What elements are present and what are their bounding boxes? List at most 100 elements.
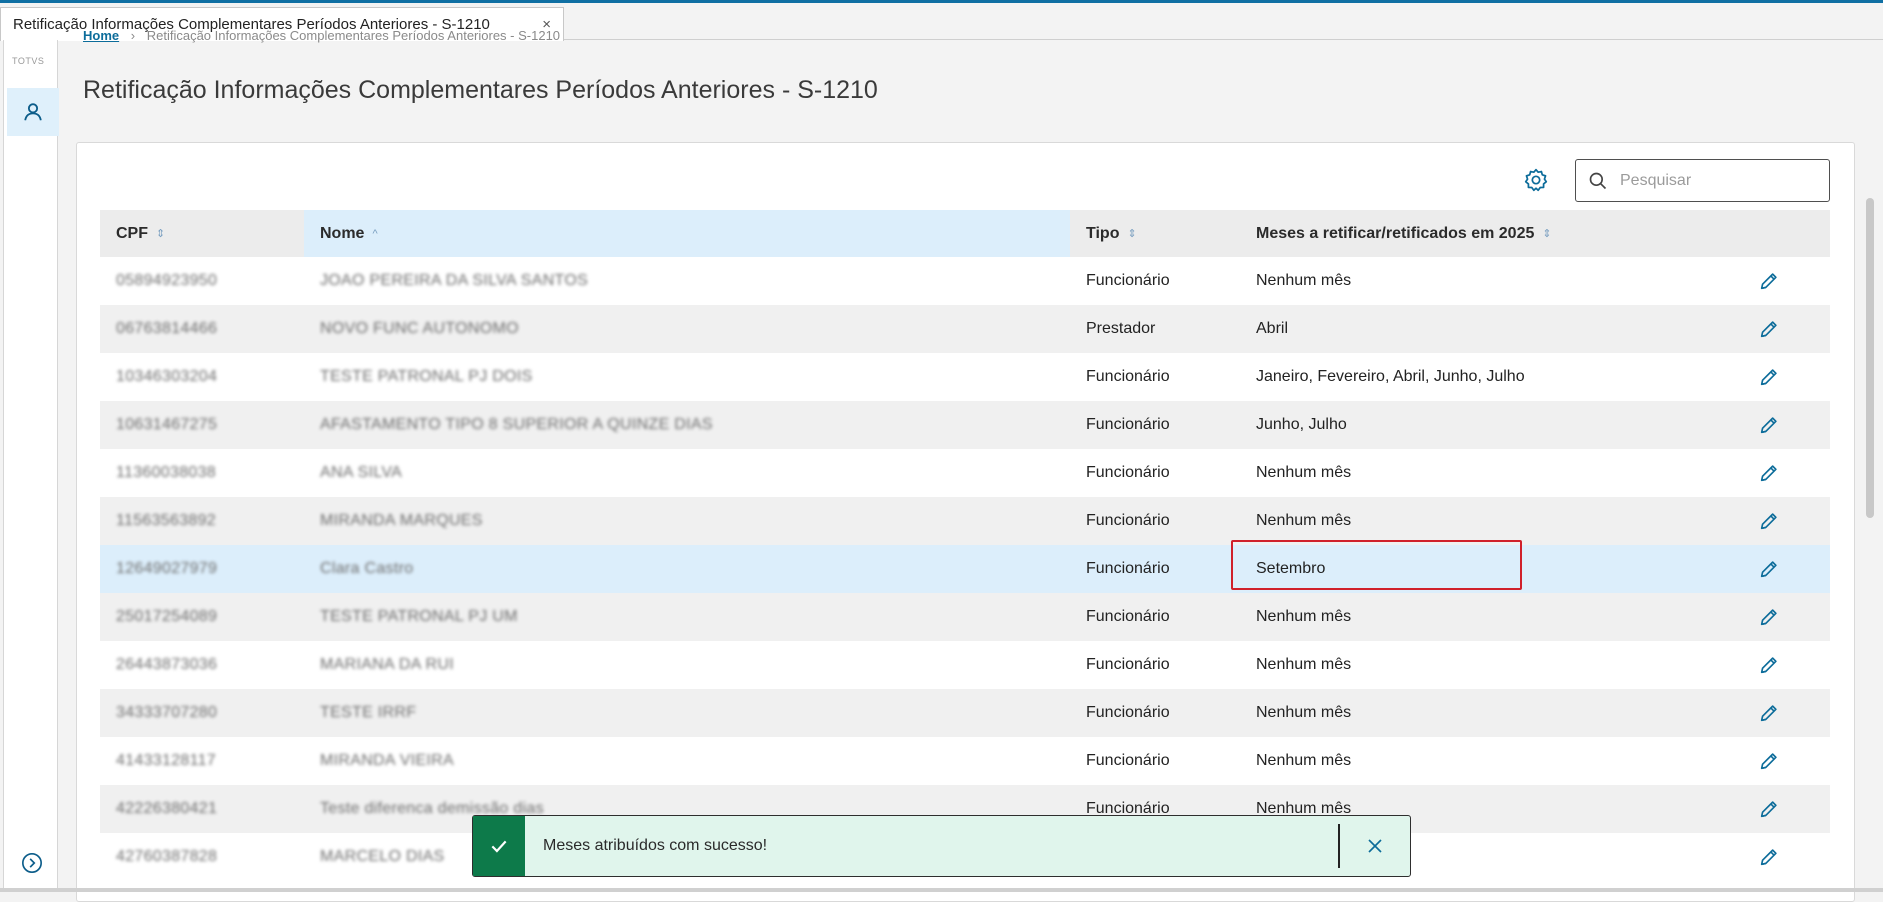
edit-button[interactable]	[1758, 414, 1780, 436]
table-row[interactable]: 26443873036 MARIANA DA RUI Funcionário Nenh…	[100, 641, 1830, 689]
meses-cell: Nenhum mês	[1256, 752, 1352, 769]
edit-button[interactable]	[1758, 702, 1780, 724]
edit-button[interactable]	[1758, 558, 1780, 580]
meses-cell: Nenhum mês	[1256, 656, 1352, 673]
tipo-cell: Funcionário	[1086, 752, 1170, 769]
nome-cell: TESTE IRRF	[320, 704, 417, 721]
edit-button[interactable]	[1758, 318, 1780, 340]
scrollbar[interactable]	[1866, 198, 1874, 518]
breadcrumb-home-link[interactable]: Home	[83, 28, 119, 43]
sort-icon: ⇕	[156, 228, 166, 240]
cpf-cell: 25017254089	[116, 608, 218, 625]
cpf-cell: 10631467275	[116, 416, 218, 433]
nome-cell: MARIANA DA RUI	[320, 656, 455, 673]
table-row[interactable]: 41433128117 MIRANDA VIEIRA Funcionário Nenh…	[100, 737, 1830, 785]
table-row[interactable]: 10631467275 AFASTAMENTO TIPO 8 SUPERIOR A…	[100, 401, 1830, 449]
chevron-right-circle-icon[interactable]	[21, 852, 43, 874]
column-header-tipo[interactable]: Tipo ⇕	[1070, 210, 1240, 257]
edit-button[interactable]	[1758, 366, 1780, 388]
search-input-container[interactable]	[1575, 159, 1830, 202]
table-row[interactable]: 11360038038 ANA SILVA Funcionário Nenhum mê…	[100, 449, 1830, 497]
toast-close-button[interactable]	[1340, 816, 1410, 876]
pencil-icon	[1760, 849, 1777, 866]
toast-message: Meses atribuídos com sucesso!	[543, 837, 768, 854]
cpf-cell: 06763814466	[116, 320, 218, 337]
cpf-cell: 42760387828	[116, 848, 218, 865]
toast-icon-area	[473, 816, 525, 876]
pencil-icon	[1760, 273, 1777, 290]
edit-button[interactable]	[1758, 846, 1780, 868]
meses-cell: Setembro	[1256, 560, 1326, 577]
tipo-cell: Funcionário	[1086, 416, 1170, 433]
meses-cell: Nenhum mês	[1256, 704, 1352, 721]
cpf-cell: 26443873036	[116, 656, 218, 673]
table-body: 05894923950 JOAO PEREIRA DA SILVA SANTOS F…	[100, 257, 1830, 881]
edit-button[interactable]	[1758, 462, 1780, 484]
column-label: Nome	[320, 224, 365, 242]
sidebar-item-user[interactable]	[7, 88, 59, 136]
pencil-icon	[1760, 369, 1777, 386]
nome-cell: TESTE PATRONAL PJ DOIS	[320, 368, 533, 385]
column-header-nome[interactable]: Nome ^	[304, 210, 1070, 257]
gear-icon[interactable]	[1523, 167, 1549, 193]
meses-cell: Nenhum mês	[1256, 272, 1352, 289]
sort-icon: ⇕	[1127, 228, 1137, 240]
success-toast: Meses atribuídos com sucesso!	[472, 815, 1411, 877]
table-row[interactable]: 34333707280 TESTE IRRF Funcionário Nenhum m…	[100, 689, 1830, 737]
sidebar: TOTVS	[3, 40, 59, 889]
sort-icon: ⇕	[1542, 228, 1552, 240]
meses-cell: Nenhum mês	[1256, 512, 1352, 529]
pencil-icon	[1760, 513, 1777, 530]
table-row[interactable]: 12649027979 Clara Castro Funcionário Setemb…	[100, 545, 1830, 593]
edit-button[interactable]	[1758, 654, 1780, 676]
breadcrumb-separator: ›	[130, 28, 136, 43]
nome-cell: NOVO FUNC AUTONOMO	[320, 320, 519, 337]
cpf-cell: 10346303204	[116, 368, 218, 385]
breadcrumb: Home › Retificação Informações Complemen…	[83, 28, 560, 44]
check-icon	[491, 840, 507, 853]
meses-cell: Nenhum mês	[1256, 464, 1352, 481]
column-header-meses[interactable]: Meses a retificar/retificados em 2025 ⇕	[1240, 210, 1730, 257]
pencil-icon	[1760, 801, 1777, 818]
tipo-cell: Funcionário	[1086, 368, 1170, 385]
page-title: Retificação Informações Complementares P…	[83, 76, 878, 104]
edit-button[interactable]	[1758, 798, 1780, 820]
table-row[interactable]: 05894923950 JOAO PEREIRA DA SILVA SANTOS F…	[100, 257, 1830, 305]
edit-button[interactable]	[1758, 510, 1780, 532]
search-input[interactable]	[1618, 170, 1818, 191]
nome-cell: AFASTAMENTO TIPO 8 SUPERIOR A QUINZE DIA…	[320, 416, 713, 433]
nome-cell: TESTE PATRONAL PJ UM	[320, 608, 518, 625]
tipo-cell: Funcionário	[1086, 512, 1170, 529]
pencil-icon	[1760, 657, 1777, 674]
breadcrumb-current: Retificação Informações Complementares P…	[146, 28, 561, 43]
pencil-icon	[1760, 705, 1777, 722]
search-icon	[1589, 172, 1607, 189]
meses-cell: Nenhum mês	[1256, 608, 1352, 625]
meses-cell: Junho, Julho	[1256, 416, 1347, 433]
tipo-cell: Prestador	[1086, 320, 1156, 337]
tipo-cell: Funcionário	[1086, 656, 1170, 673]
pencil-icon	[1760, 609, 1777, 626]
tipo-cell: Funcionário	[1086, 608, 1170, 625]
edit-button[interactable]	[1758, 606, 1780, 628]
edit-button[interactable]	[1758, 270, 1780, 292]
nome-cell: MIRANDA MARQUES	[320, 512, 483, 529]
pencil-icon	[1760, 465, 1777, 482]
pencil-icon	[1760, 417, 1777, 434]
sort-ascending-icon: ^	[372, 227, 378, 240]
table-row[interactable]: 06763814466 NOVO FUNC AUTONOMO Prestador Ab…	[100, 305, 1830, 353]
user-icon	[24, 103, 42, 121]
column-header-cpf[interactable]: CPF ⇕	[100, 210, 304, 257]
cpf-cell: 11563563892	[116, 512, 216, 529]
table-row[interactable]: 25017254089 TESTE PATRONAL PJ UM Funcionár…	[100, 593, 1830, 641]
table-row[interactable]: 10346303204 TESTE PATRONAL PJ DOIS Funcion…	[100, 353, 1830, 401]
table-row[interactable]: 11563563892 MIRANDA MARQUES Funcionário Nen…	[100, 497, 1830, 545]
totvs-logo: TOTVS	[12, 56, 45, 66]
edit-button[interactable]	[1758, 750, 1780, 772]
tipo-cell: Funcionário	[1086, 272, 1170, 289]
cpf-cell: 42226380421	[116, 800, 218, 817]
tipo-cell: Funcionário	[1086, 464, 1170, 481]
column-label: Meses a retificar/retificados em 2025	[1256, 224, 1535, 242]
cpf-cell: 12649027979	[116, 560, 218, 577]
meses-cell: Janeiro, Fevereiro, Abril, Junho, Julho	[1256, 368, 1525, 385]
